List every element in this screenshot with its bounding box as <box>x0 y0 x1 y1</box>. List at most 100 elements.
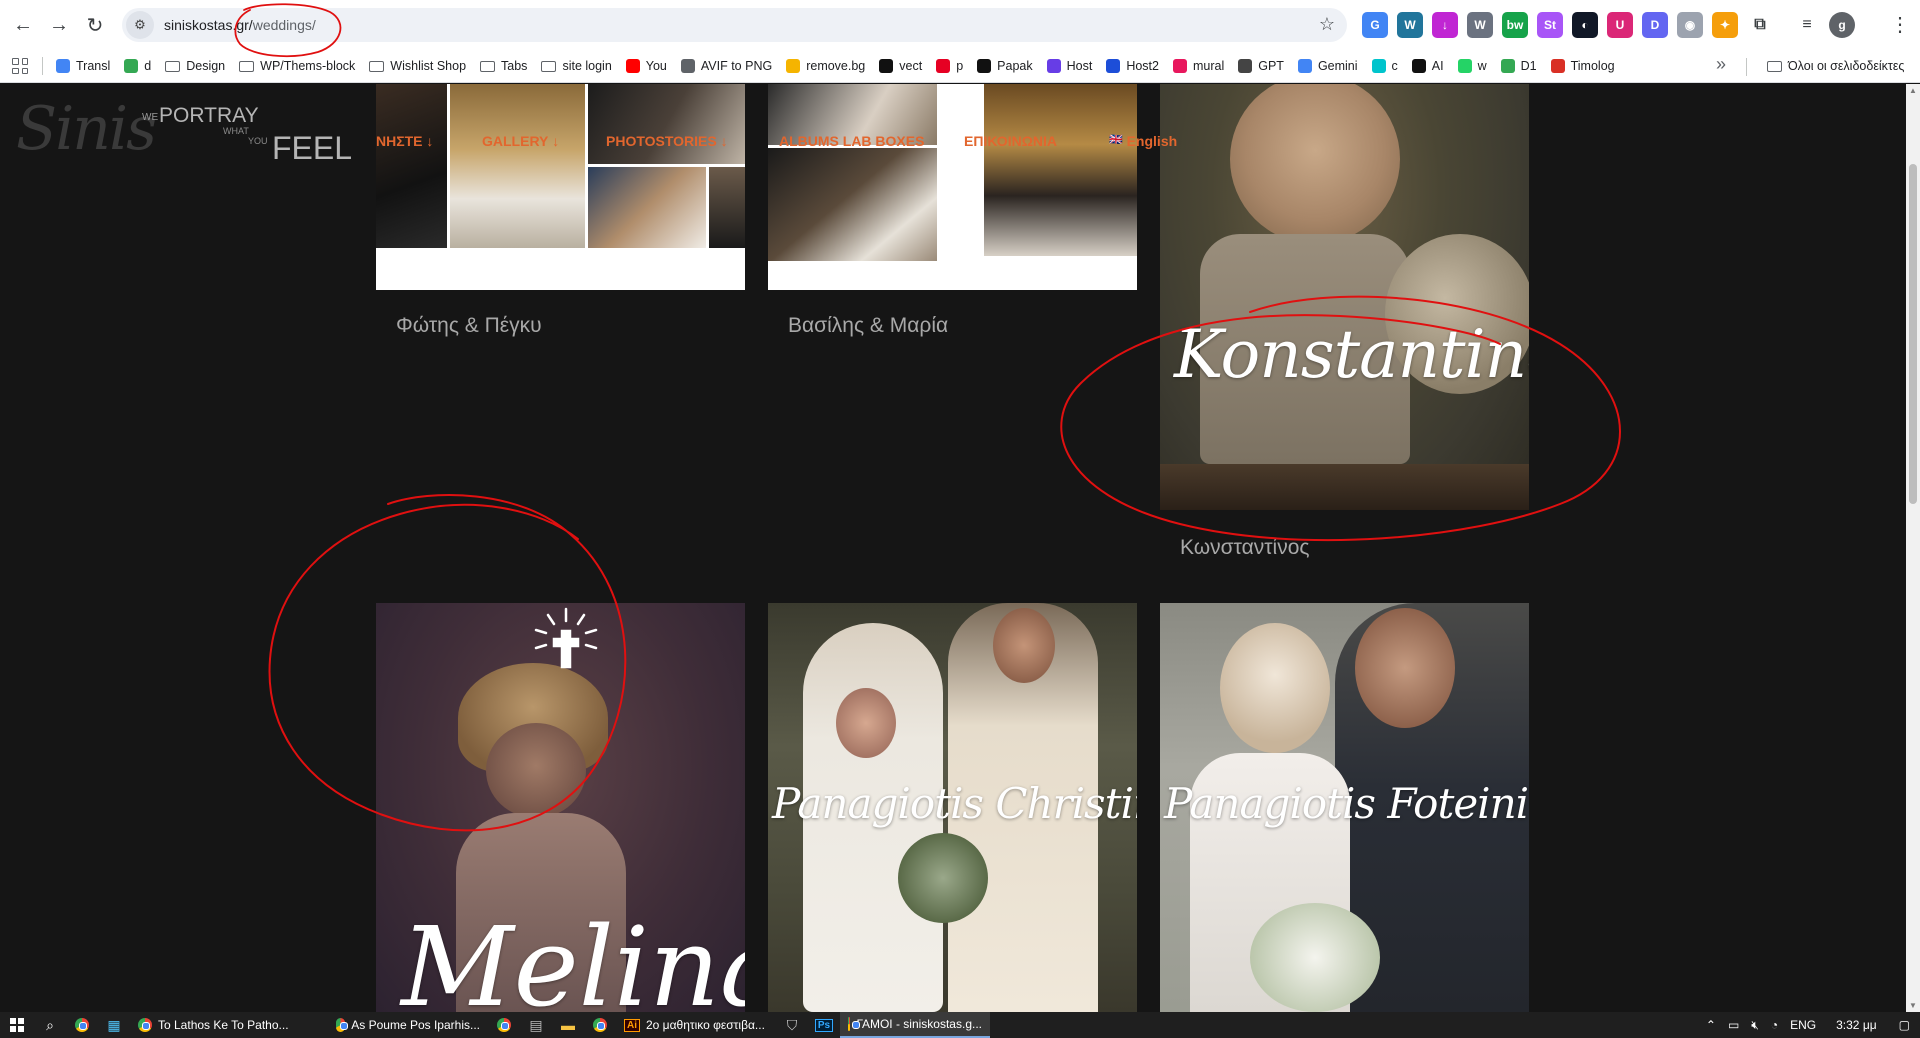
wifi-icon[interactable]: ◔ <box>1771 1018 1778 1032</box>
taskbar-chrome-icon-2[interactable] <box>488 1012 520 1038</box>
wedding-card-vasilis-maria[interactable] <box>768 84 1137 290</box>
taskbar-task-3[interactable]: Ai 2ο μαθητικο φεστιβα... <box>616 1012 776 1038</box>
speaker-muted-icon[interactable]: 🔇︎ <box>1751 1018 1759 1033</box>
store-icon[interactable]: ▦ <box>98 1012 130 1038</box>
start-button[interactable] <box>0 1018 34 1032</box>
bookmark-item[interactable]: D1 <box>1494 54 1544 78</box>
card-caption-fotis-pegky[interactable]: Φώτης & Πέγκυ <box>396 314 542 338</box>
screenshot-extension-icon[interactable]: ◉ <box>1677 12 1703 38</box>
nav-label-albums: ALBUMS LAB BOXES <box>779 133 925 149</box>
taskbar-task-4[interactable]: ΓΑΜΟΙ - siniskostas.g... <box>840 1012 990 1038</box>
back-arrow-icon[interactable]: ← <box>6 8 40 42</box>
bookmark-item[interactable]: remove.bg <box>779 54 872 78</box>
file-explorer-icon[interactable]: ▬ <box>552 1012 584 1038</box>
bookmark-item[interactable]: Wishlist Shop <box>362 54 473 78</box>
bookmark-item[interactable]: mural <box>1166 54 1231 78</box>
reading-list-icon[interactable]: ≡ <box>1794 12 1820 38</box>
bookmark-item[interactable]: d <box>117 54 158 78</box>
bookmark-item[interactable]: w <box>1451 54 1494 78</box>
host2-icon <box>1106 59 1121 73</box>
browser-menu-icon[interactable]: ⋮ <box>1890 12 1910 37</box>
clock[interactable]: 3:32 μμ <box>1836 1018 1877 1032</box>
nav-item-english[interactable]: 🇬🇧 English <box>1109 133 1177 149</box>
scroll-up-arrow-icon[interactable]: ▲ <box>1909 86 1917 95</box>
nav-item-photostories[interactable]: PHOTOSTORIES ↓ <box>606 133 728 149</box>
bw-extension-icon[interactable]: bw <box>1502 12 1528 38</box>
taskbar-chrome-icon[interactable] <box>66 1012 98 1038</box>
taskbar-task-1[interactable]: To Lathos Ke To Patho... <box>130 1012 328 1038</box>
u-extension-icon[interactable]: U <box>1607 12 1633 38</box>
language-indicator[interactable]: ENG <box>1790 1018 1816 1032</box>
nav-item-1[interactable]: ΝΗΣΤΕ ↓ <box>376 133 433 149</box>
bookmark-item[interactable]: Design <box>158 54 232 78</box>
taskbar-task-2[interactable]: As Poume Pos Iparhis... <box>328 1012 488 1038</box>
all-bookmarks-folder[interactable]: Όλοι οι σελιδοδείκτες <box>1760 54 1911 78</box>
more-bookmarks-icon[interactable]: » <box>1716 54 1726 75</box>
logo-portray: PORTRAY <box>159 104 259 127</box>
bookmark-item[interactable]: site login <box>534 54 618 78</box>
wedding-card-fotis-pegky[interactable] <box>376 84 745 290</box>
wordpress-extension-icon[interactable]: W <box>1397 12 1423 38</box>
illustrator-icon: Ai <box>624 1018 640 1032</box>
calculator-icon[interactable]: ▤ <box>520 1012 552 1038</box>
chevron-up-icon[interactable]: ⌃ <box>1706 1018 1716 1032</box>
site-logo[interactable]: Sinis WE PORTRAY WHAT YOU FEEL <box>16 94 352 166</box>
bookmark-item[interactable]: Papak <box>970 54 1039 78</box>
bookmark-item[interactable]: Host2 <box>1099 54 1166 78</box>
colorpicker-extension-icon[interactable]: ✦ <box>1712 12 1738 38</box>
nav-item-gallery[interactable]: GALLERY ↓ <box>482 133 559 149</box>
page-scrollbar[interactable]: ▲ ▼ <box>1906 84 1920 1012</box>
bookmark-item[interactable]: Transl <box>49 54 117 78</box>
profile-avatar-icon[interactable]: g <box>1829 12 1855 38</box>
bookmark-label: Host2 <box>1126 59 1159 73</box>
scroll-down-arrow-icon[interactable]: ▼ <box>1909 1001 1917 1010</box>
baptism-card-konstantinos[interactable]: Konstantinos <box>1160 84 1529 510</box>
reload-icon[interactable]: ↻ <box>78 8 112 42</box>
st-extension-icon[interactable]: St <box>1537 12 1563 38</box>
bookmark-item[interactable]: AVIF to PNG <box>674 54 779 78</box>
bookmark-item[interactable]: Gemini <box>1291 54 1365 78</box>
site-info-icon[interactable]: ⚙ <box>126 11 154 39</box>
wappalyzer-extension-icon[interactable]: W <box>1467 12 1493 38</box>
bookmark-item[interactable]: Tabs <box>473 54 534 78</box>
apps-grid-icon[interactable] <box>12 58 28 74</box>
bookmark-item[interactable]: p <box>929 54 970 78</box>
battery-icon[interactable]: ▭ <box>1728 1018 1739 1032</box>
card-caption-vasilis-maria[interactable]: Βασίλης & Μαρία <box>788 314 948 338</box>
bookmark-item[interactable]: AI <box>1405 54 1451 78</box>
bookmark-item[interactable]: GPT <box>1231 54 1291 78</box>
taskbar-task-4-label: ΓΑΜΟΙ - siniskostas.g... <box>856 1017 982 1031</box>
notifications-icon[interactable]: ▢ <box>1899 1018 1910 1032</box>
bookmark-item[interactable]: You <box>619 54 674 78</box>
script-title-panagiotis-christina: Panagiotis Christina <box>772 779 1137 828</box>
photoshop-icon[interactable]: Ps <box>808 1012 840 1038</box>
bouquet-photo <box>898 833 988 923</box>
bookmark-label: Wishlist Shop <box>390 59 467 73</box>
card-caption-konstantinos[interactable]: Κωνσταντίνος <box>1180 536 1310 560</box>
bookmark-item[interactable]: vect <box>872 54 929 78</box>
search-icon[interactable]: ⌕ <box>34 1012 66 1038</box>
nav-item-contact[interactable]: ΕΠΙΚΟΙΝΩΝΙΑ <box>964 133 1057 149</box>
bookmark-item[interactable]: c <box>1365 54 1405 78</box>
shield-icon[interactable]: ⛉ <box>776 1012 808 1038</box>
bookmark-item[interactable]: Timolog <box>1544 54 1622 78</box>
taskbar-chrome-icon-3[interactable] <box>584 1012 616 1038</box>
color-extension-icon[interactable]: ◐ <box>1572 12 1598 38</box>
bookmark-item[interactable]: Host <box>1040 54 1100 78</box>
translate-extension-icon[interactable]: G <box>1362 12 1388 38</box>
baptism-card-melina[interactable]: Melina <box>376 603 745 1012</box>
wedding-card-panagiotis-foteini[interactable]: Panagiotis Foteini <box>1160 603 1529 1012</box>
d-extension-icon[interactable]: D <box>1642 12 1668 38</box>
folder-icon <box>541 60 557 72</box>
download-extension-icon[interactable]: ↓ <box>1432 12 1458 38</box>
scroll-thumb[interactable] <box>1909 164 1917 504</box>
forward-arrow-icon[interactable]: → <box>42 8 76 42</box>
nav-item-albums[interactable]: ALBUMS LAB BOXES <box>779 133 924 149</box>
wedding-card-panagiotis-christina[interactable]: Panagiotis Christina <box>768 603 1137 1012</box>
bookmark-star-icon[interactable]: ☆ <box>1319 14 1335 35</box>
puzzle-extensions-icon[interactable]: ⧉ <box>1747 12 1773 38</box>
guests-photo <box>709 167 745 248</box>
bookmark-label: vect <box>899 59 923 73</box>
script-title-panagiotis-foteini: Panagiotis Foteini <box>1164 779 1529 828</box>
baby-face-photo <box>1230 84 1400 244</box>
